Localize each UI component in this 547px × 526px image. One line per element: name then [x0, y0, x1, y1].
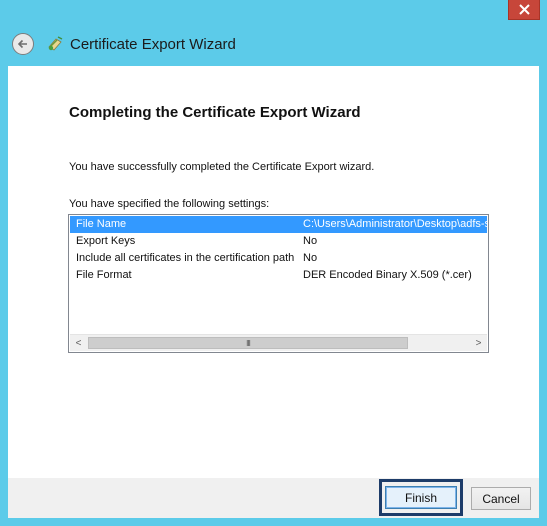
scroll-right-button[interactable]: > — [470, 335, 487, 351]
setting-value: No — [303, 252, 318, 264]
setting-key: File Format — [76, 269, 132, 281]
scroll-left-button[interactable]: < — [70, 335, 87, 351]
success-message: You have successfully completed the Cert… — [69, 161, 375, 173]
certificate-icon — [48, 36, 63, 51]
settings-row-file-format[interactable]: File Format DER Encoded Binary X.509 (*.… — [70, 267, 487, 284]
horizontal-scrollbar[interactable]: < III > — [70, 334, 487, 351]
page-heading: Completing the Certificate Export Wizard — [69, 104, 361, 121]
settings-row-file-name[interactable]: File Name C:\Users\Administrator\Desktop… — [70, 216, 489, 233]
setting-key: File Name — [76, 218, 127, 230]
settings-label: You have specified the following setting… — [69, 198, 270, 210]
setting-value: C:\Users\Administrator\Desktop\adfs-s — [303, 218, 489, 230]
settings-row-include-all-certificates[interactable]: Include all certificates in the certific… — [70, 250, 487, 267]
setting-value: DER Encoded Binary X.509 (*.cer) — [303, 269, 472, 281]
window-title: Certificate Export Wizard — [70, 35, 236, 53]
settings-row-export-keys[interactable]: Export Keys No — [70, 233, 487, 250]
wizard-content: Completing the Certificate Export Wizard… — [8, 66, 539, 478]
setting-key: Include all certificates in the certific… — [76, 252, 295, 264]
finish-button[interactable]: Finish — [385, 486, 457, 509]
finish-highlight-frame: Finish — [379, 479, 463, 516]
scroll-thumb[interactable]: III — [88, 337, 408, 349]
cancel-button[interactable]: Cancel — [471, 487, 531, 510]
wizard-window: Certificate Export Wizard Completing the… — [0, 0, 547, 526]
wizard-footer: Finish Cancel — [8, 478, 539, 518]
setting-key: Export Keys — [76, 235, 136, 247]
grip-icon: III — [246, 338, 251, 348]
close-icon — [518, 4, 530, 15]
settings-listbox[interactable]: File Name C:\Users\Administrator\Desktop… — [68, 214, 489, 353]
close-button[interactable] — [508, 0, 540, 20]
back-button[interactable] — [12, 33, 34, 55]
wizard-header: Certificate Export Wizard — [8, 26, 539, 62]
back-arrow-icon — [17, 39, 27, 49]
setting-value: No — [303, 235, 318, 247]
